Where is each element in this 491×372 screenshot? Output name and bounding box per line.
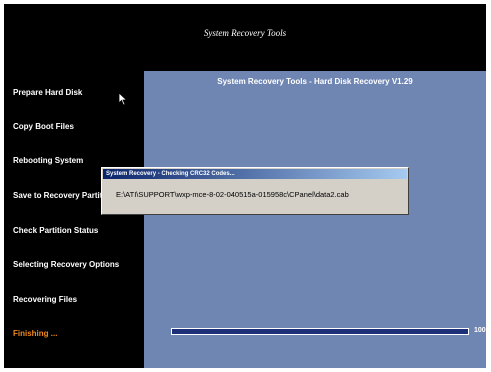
steps-sidebar: Prepare Hard Disk Copy Boot Files Reboot… [4,71,144,368]
step-check-partition-status: Check Partition Status [13,226,99,235]
main-title: System Recovery Tools - Hard Disk Recove… [217,77,413,86]
dialog-title: System Recovery - Checking CRC32 Codes..… [106,171,235,177]
dialog-titlebar[interactable]: System Recovery - Checking CRC32 Codes..… [103,169,407,179]
banner-title: System Recovery Tools [203,28,287,38]
arrow-cursor-icon [118,92,128,106]
step-rebooting-system: Rebooting System [13,156,84,165]
current-file-path: E:\ATI\SUPPORT\wxp-mce-8-02-040515a-0159… [116,190,349,199]
crc-check-dialog: System Recovery - Checking CRC32 Codes..… [101,167,409,215]
step-copy-boot-files: Copy Boot Files [13,122,74,131]
progress-fill [172,329,468,334]
recovery-screen: System Recovery Tools Prepare Hard Disk … [4,4,486,368]
main-panel: System Recovery Tools - Hard Disk Recove… [144,71,486,368]
progress-bar [171,328,469,335]
progress-percent: 100 [474,327,486,334]
header-banner: System Recovery Tools [4,4,486,71]
step-recovering-files: Recovering Files [13,295,78,304]
step-finishing: Finishing ... [13,329,58,338]
step-selecting-recovery-options: Selecting Recovery Options [13,260,120,269]
